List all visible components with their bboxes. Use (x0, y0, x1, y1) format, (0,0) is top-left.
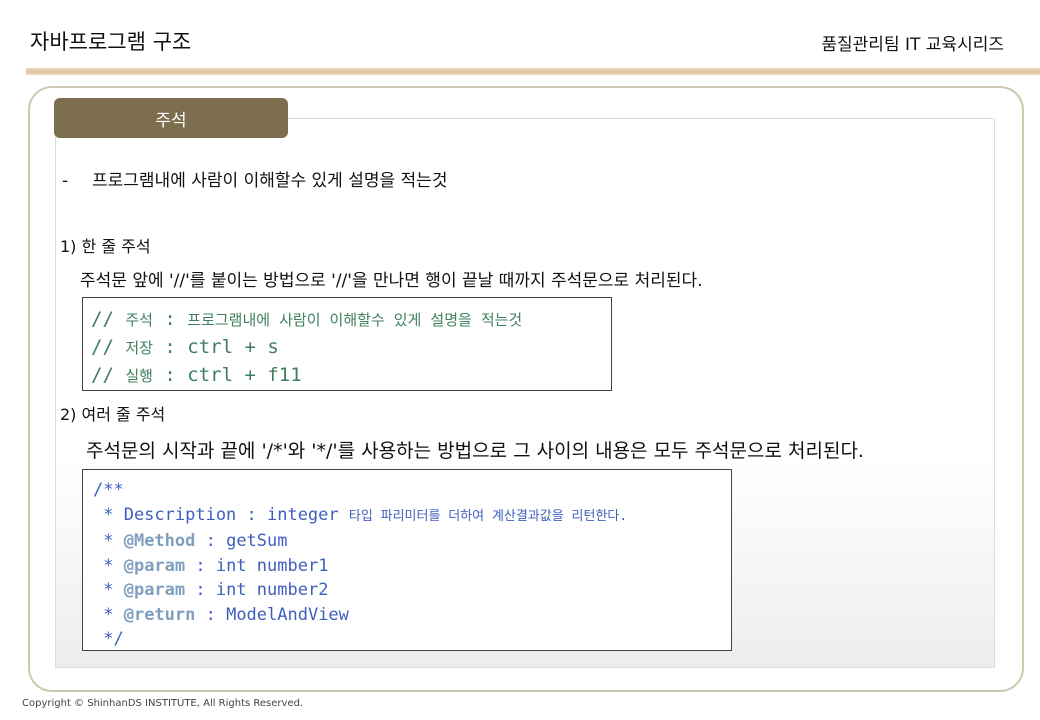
multi-line-code-block: /** * Description : integer 타입 파리미터를 더하여… (82, 469, 732, 651)
code-line: // 주석 : 프로그램내에 사람이 이해할수 있게 설명을 적는것 (91, 308, 523, 330)
page-title: 자바프로그램 구조 (30, 30, 192, 54)
section-tab-label: 주석 (155, 110, 187, 131)
code-line: // 저장 : ctrl + s (91, 336, 279, 358)
series-title: 품질관리팀 IT 교육시리즈 (821, 35, 1004, 55)
copyright-notice: Copyright © ShinhanDS INSTITUTE, All Rig… (22, 698, 304, 709)
header-divider (26, 68, 1040, 75)
intro-text: 프로그램내에 사람이 이해할수 있게 설명을 적는것 (92, 171, 448, 191)
bullet-dash: - (62, 171, 69, 191)
code-line: */ (93, 629, 124, 649)
single-line-code-block: // 주석 : 프로그램내에 사람이 이해할수 있게 설명을 적는것 // 저장… (82, 297, 612, 391)
multi-line-description: 주석문의 시작과 끝에 '/*'와 '*/'를 사용하는 방법으로 그 사이의 … (86, 440, 864, 462)
section-tab: 주석 (54, 98, 288, 138)
intro-bullet: - 프로그램내에 사람이 이해할수 있게 설명을 적는것 (62, 166, 447, 191)
code-line: * @param : int number1 (93, 555, 329, 576)
single-line-heading: 1) 한 줄 주석 (60, 237, 151, 256)
code-line: /** (93, 480, 124, 500)
code-line: * Description : integer 타입 파리미터를 더하여 계산결… (93, 504, 628, 525)
code-line: * @return : ModelAndView (93, 604, 349, 625)
code-line: * @Method : getSum (93, 531, 288, 551)
single-line-description: 주석문 앞에 '//'를 붙이는 방법으로 '//'을 만나면 행이 끝날 때까… (80, 271, 703, 291)
code-line: // 실행 : ctrl + f11 (91, 364, 302, 386)
code-line: * @param : int number2 (93, 580, 329, 600)
multi-line-heading: 2) 여러 줄 주석 (60, 405, 166, 424)
